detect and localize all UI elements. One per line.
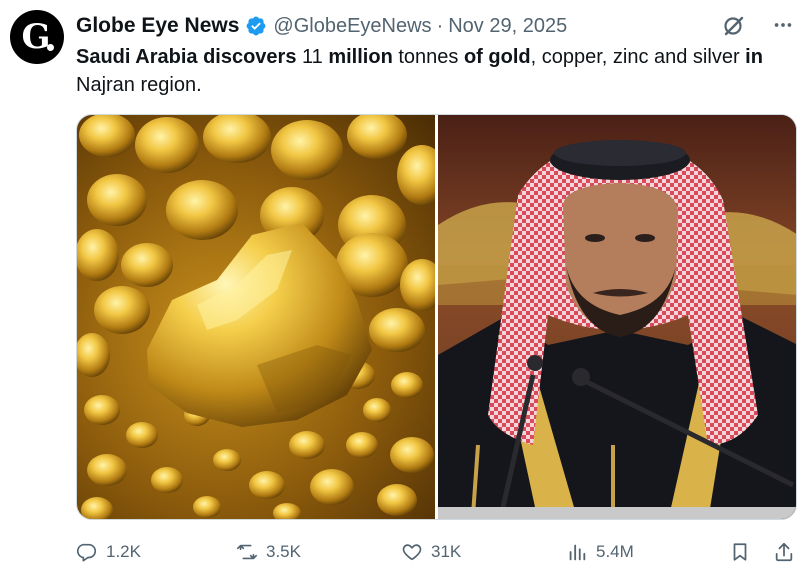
gold-nuggets-illustration bbox=[77, 115, 435, 519]
heart-icon bbox=[402, 544, 422, 561]
tweet-text-segment: in bbox=[745, 46, 763, 68]
avatar-dot bbox=[47, 44, 54, 51]
tweet-text-segment: 11 bbox=[296, 46, 329, 68]
verified-badge-icon[interactable] bbox=[245, 15, 267, 37]
post-date[interactable]: Nov 29, 2025 bbox=[448, 15, 567, 38]
views-chart-icon bbox=[569, 544, 586, 561]
person-photo-image[interactable] bbox=[438, 115, 796, 519]
media-container bbox=[76, 114, 797, 520]
tweet-text-segment: , copper, zinc and silver bbox=[530, 46, 746, 68]
reply-button[interactable]: 1.2K bbox=[76, 537, 141, 567]
like-button[interactable]: 31K bbox=[401, 537, 461, 567]
gold-nuggets-image[interactable] bbox=[77, 115, 435, 519]
display-name[interactable]: Globe Eye News bbox=[76, 14, 239, 38]
like-count: 31K bbox=[431, 542, 462, 561]
tweet-header: Globe Eye News @GlobeEyeNews · Nov 29, 2… bbox=[76, 12, 796, 40]
tweet-text: Saudi Arabia discovers 11 million tonnes… bbox=[76, 43, 801, 99]
author-handle[interactable]: @GlobeEyeNews bbox=[273, 15, 431, 38]
tweet-text-segment: Najran region. bbox=[76, 74, 202, 96]
grok-icon[interactable] bbox=[722, 14, 746, 38]
avatar[interactable]: G bbox=[10, 10, 64, 64]
avatar-letter: G bbox=[21, 17, 51, 57]
repost-count: 3.5K bbox=[266, 542, 301, 561]
tweet-text-segment: million bbox=[328, 46, 393, 68]
action-bar: 1.2K 3.5K 31K 5.4M bbox=[76, 537, 797, 567]
reply-icon bbox=[77, 543, 97, 562]
repost-button[interactable]: 3.5K bbox=[236, 537, 301, 567]
person-illustration bbox=[438, 115, 796, 519]
tweet-text-segment: of gold bbox=[463, 46, 531, 68]
views-count: 5.4M bbox=[596, 542, 634, 561]
bookmark-icon bbox=[733, 543, 747, 561]
header-separator: · bbox=[436, 14, 444, 37]
tweet-text-segment: Saudi Arabia discovers bbox=[76, 46, 297, 68]
more-options-icon[interactable] bbox=[770, 12, 796, 38]
views-button[interactable]: 5.4M bbox=[566, 537, 634, 567]
share-icon bbox=[775, 542, 793, 562]
tweet-text-segment: tonnes bbox=[392, 46, 464, 68]
share-button[interactable] bbox=[773, 537, 795, 567]
repost-icon bbox=[237, 544, 257, 560]
reply-count: 1.2K bbox=[106, 542, 141, 561]
bookmark-button[interactable] bbox=[729, 537, 751, 567]
